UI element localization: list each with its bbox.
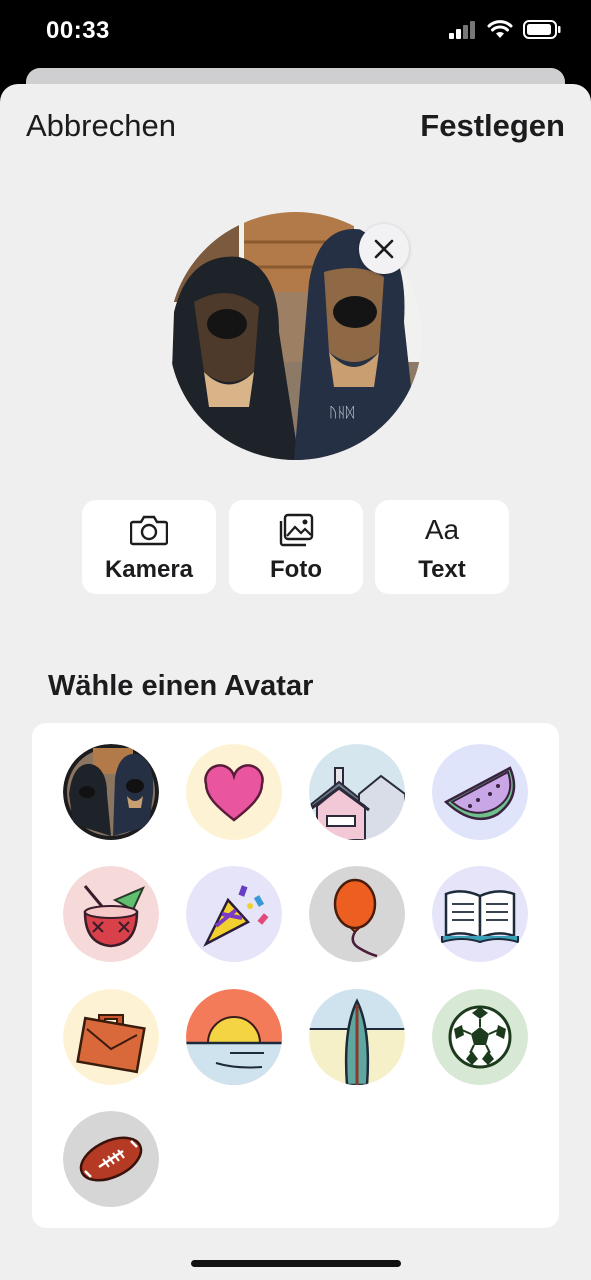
cellular-signal-icon [449,20,475,39]
avatar-section-title: Wähle einen Avatar [48,670,314,702]
status-time: 00:33 [46,17,110,44]
confirm-button[interactable]: Festlegen [420,108,565,144]
wifi-icon [487,20,513,38]
text-label: Text [418,556,466,583]
text-aa-icon: Aa [424,514,460,545]
camera-button[interactable]: Kamera [82,500,216,594]
avatar-party-popper[interactable] [186,866,282,962]
avatar-editor-sheet: Abbrechen Festlegen ᚢᚺᛞ Kamera Foto Aa T… [0,84,591,1280]
cancel-button[interactable]: Abbrechen [26,108,176,144]
avatar-surfboard[interactable] [309,989,405,1085]
photo-button[interactable]: Foto [229,500,363,594]
avatar-book[interactable] [432,866,528,962]
avatar-watermelon[interactable] [432,744,528,840]
avatar-grid [32,723,559,1228]
avatar-briefcase[interactable] [63,989,159,1085]
home-indicator [191,1260,401,1267]
avatar-soccer-ball[interactable] [432,989,528,1085]
status-bar: 00:33 [0,0,591,64]
avatar-cocktail[interactable] [63,866,159,962]
battery-icon [523,20,561,39]
avatar-photo[interactable] [63,744,159,840]
svg-text:ᚢᚺᛞ: ᚢᚺᛞ [329,404,355,420]
avatar-house[interactable] [309,744,405,840]
text-button[interactable]: Aa Text [375,500,509,594]
close-icon [374,239,394,259]
remove-image-button[interactable] [359,224,409,274]
status-icons [449,20,561,39]
camera-icon [130,515,168,546]
avatar-heart[interactable] [186,744,282,840]
photo-icon [279,513,314,547]
avatar-football[interactable] [63,1111,159,1207]
photo-label: Foto [270,556,322,583]
avatar-sunset[interactable] [186,989,282,1085]
avatar-balloon[interactable] [309,866,405,962]
camera-label: Kamera [104,556,194,583]
